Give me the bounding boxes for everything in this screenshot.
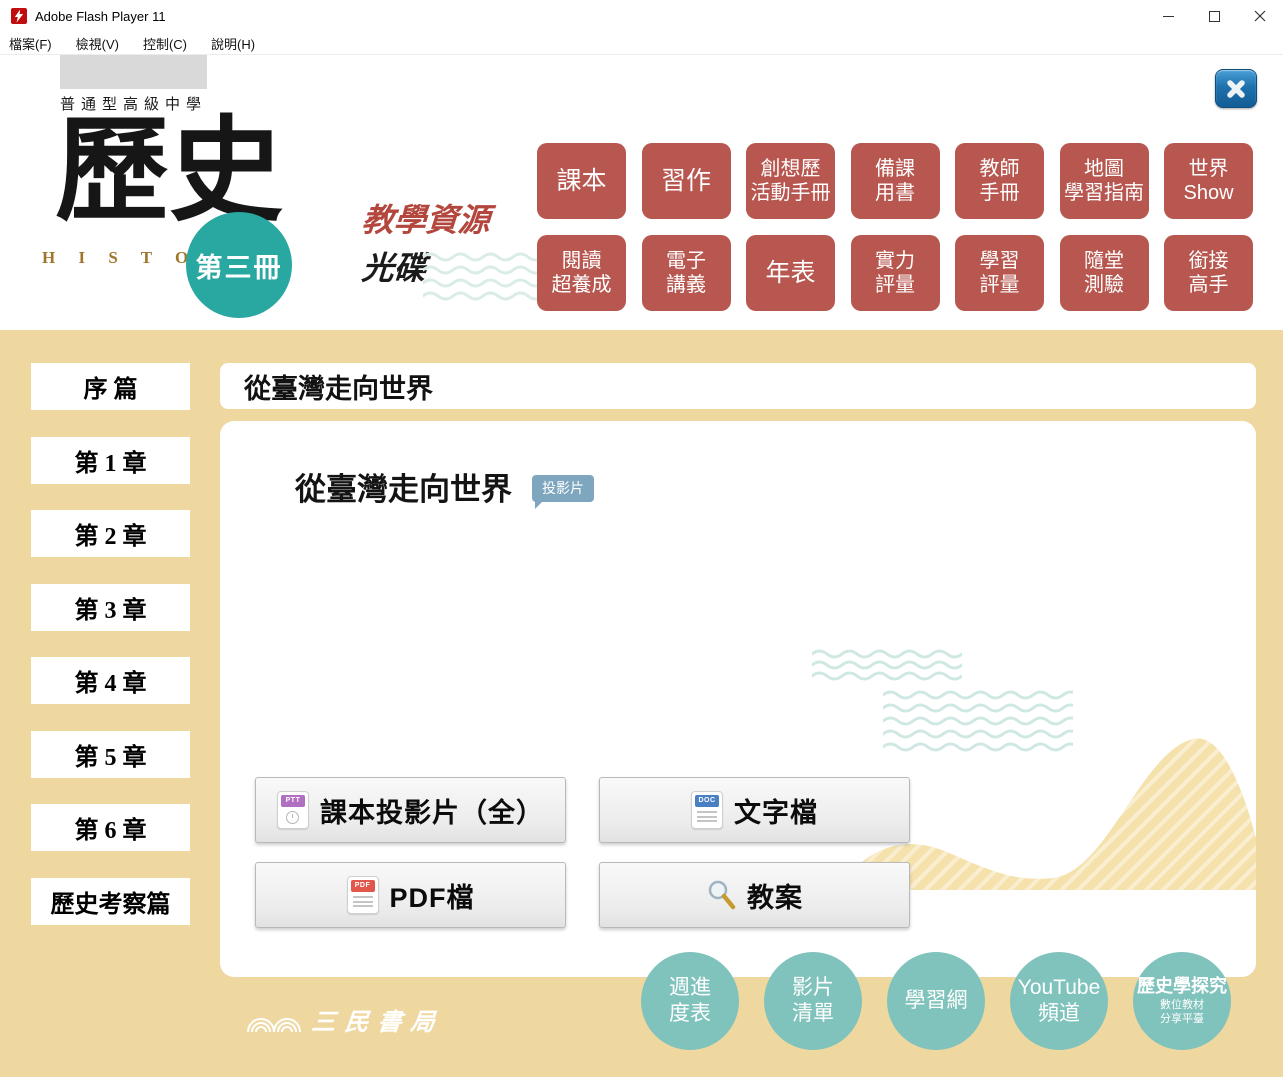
sidebar-item-intro[interactable]: 序 篇 — [31, 363, 190, 410]
sidebar-item-chapter-4[interactable]: 第 4 章 — [31, 657, 190, 704]
nav-timeline-button[interactable]: 年表 — [746, 235, 835, 311]
publisher-arches-icon — [246, 1006, 302, 1034]
nav-quiz-button[interactable]: 隨堂測驗 — [1060, 235, 1149, 311]
resource-nav-grid: 課本 習作 創想歷活動手冊 備課用書 教師手冊 地圖學習指南 世界Show 閱讀… — [537, 143, 1253, 311]
subject-title: 歷史 — [55, 115, 283, 229]
close-x-icon — [1226, 79, 1246, 99]
panel-title-row: 從臺灣走向世界 投影片 — [295, 473, 594, 507]
circle-video-list[interactable]: 影片 清單 — [764, 952, 862, 1050]
slides-all-button[interactable]: PTT 課本投影片（全） — [255, 777, 566, 843]
nav-bridging-master-button[interactable]: 銜接高手 — [1164, 235, 1253, 311]
minimize-icon — [1163, 16, 1174, 17]
publisher-logo-placeholder — [60, 55, 207, 89]
volume-badge: 第三冊 — [186, 212, 292, 318]
publisher-name: 三民書局 — [310, 1002, 446, 1037]
clock-glyph — [286, 811, 299, 824]
nav-workbook-button[interactable]: 習作 — [642, 143, 731, 219]
sidebar-item-chapter-6[interactable]: 第 6 章 — [31, 804, 190, 851]
flash-player-window: Adobe Flash Player 11 檔案(F) 檢視(V) 控制(C) … — [0, 0, 1283, 1077]
stage-close-button[interactable] — [1215, 69, 1257, 108]
resource-label: 教學資源 — [360, 195, 491, 241]
footer-links: 週進 度表 影片 清單 學習網 YouTube 頻道 歷史學探究 數位教材 分享… — [641, 952, 1231, 1050]
menu-file[interactable]: 檔案(F) — [9, 34, 52, 53]
sidebar-item-chapter-3[interactable]: 第 3 章 — [31, 584, 190, 631]
window-titlebar: Adobe Flash Player 11 — [0, 0, 1283, 32]
volume-label: 第三冊 — [196, 246, 283, 285]
window-title: Adobe Flash Player 11 — [35, 9, 166, 24]
section-header: 從臺灣走向世界 — [220, 363, 1256, 409]
nav-world-show-button[interactable]: 世界Show — [1164, 143, 1253, 219]
nav-map-study-guide-button[interactable]: 地圖學習指南 — [1060, 143, 1149, 219]
publisher-logo: 三民書局 — [246, 1002, 444, 1037]
wave-decoration — [423, 251, 543, 309]
circle-learning-site[interactable]: 學習網 — [887, 952, 985, 1050]
wave-decoration — [812, 648, 962, 688]
menu-help[interactable]: 說明(H) — [211, 34, 255, 53]
nav-e-lecture-button[interactable]: 電子講義 — [642, 235, 731, 311]
nav-textbook-button[interactable]: 課本 — [537, 143, 626, 219]
close-button[interactable] — [1237, 0, 1283, 32]
circle-history-inquiry[interactable]: 歷史學探究 數位教材 分享平臺 — [1133, 952, 1231, 1050]
chapter-sidebar: 序 篇 第 1 章 第 2 章 第 3 章 第 4 章 第 5 章 第 6 章 … — [31, 363, 190, 925]
sidebar-item-chapter-5[interactable]: 第 5 章 — [31, 731, 190, 778]
ppt-file-icon: PTT — [277, 791, 309, 829]
magnifier-icon — [706, 879, 736, 911]
menu-bar: 檔案(F) 檢視(V) 控制(C) 說明(H) — [0, 32, 1283, 55]
content-panel: 從臺灣走向世界 投影片 — [220, 421, 1256, 977]
masthead-section: 普通型高級中學 歷史 H I S T O R Y 第三冊 教學資源 光碟 課本 … — [0, 55, 1283, 330]
sidebar-item-chapter-2[interactable]: 第 2 章 — [31, 510, 190, 557]
text-file-button[interactable]: DOC 文字檔 — [599, 777, 910, 843]
lesson-plan-button[interactable]: 教案 — [599, 862, 910, 928]
circle-weekly-schedule[interactable]: 週進 度表 — [641, 952, 739, 1050]
sidebar-item-field-study[interactable]: 歷史考察篇 — [31, 878, 190, 925]
minimize-button[interactable] — [1145, 0, 1191, 32]
slides-tag: 投影片 — [532, 475, 594, 502]
nav-ability-assessment-button[interactable]: 實力評量 — [851, 235, 940, 311]
pdf-file-icon: PDF — [347, 876, 379, 914]
nav-teacher-manual-button[interactable]: 教師手冊 — [955, 143, 1044, 219]
nav-learning-assessment-button[interactable]: 學習評量 — [955, 235, 1044, 311]
nav-reading-plus-button[interactable]: 閱讀超養成 — [537, 235, 626, 311]
panel-title: 從臺灣走向世界 — [295, 473, 512, 507]
main-section: 序 篇 第 1 章 第 2 章 第 3 章 第 4 章 第 5 章 第 6 章 … — [0, 330, 1283, 1077]
window-controls — [1145, 0, 1283, 32]
maximize-icon — [1209, 11, 1220, 22]
nav-lesson-prep-book-button[interactable]: 備課用書 — [851, 143, 940, 219]
doc-file-icon: DOC — [691, 791, 723, 829]
menu-control[interactable]: 控制(C) — [143, 34, 187, 53]
pdf-file-button[interactable]: PDF PDF檔 — [255, 862, 566, 928]
circle-youtube-channel[interactable]: YouTube 頻道 — [1010, 952, 1108, 1050]
maximize-button[interactable] — [1191, 0, 1237, 32]
close-icon — [1254, 10, 1266, 22]
nav-activity-handbook-button[interactable]: 創想歷活動手冊 — [746, 143, 835, 219]
disc-label: 光碟 — [360, 243, 427, 289]
sidebar-item-chapter-1[interactable]: 第 1 章 — [31, 437, 190, 484]
flash-player-icon — [11, 8, 27, 24]
menu-view[interactable]: 檢視(V) — [76, 34, 119, 53]
